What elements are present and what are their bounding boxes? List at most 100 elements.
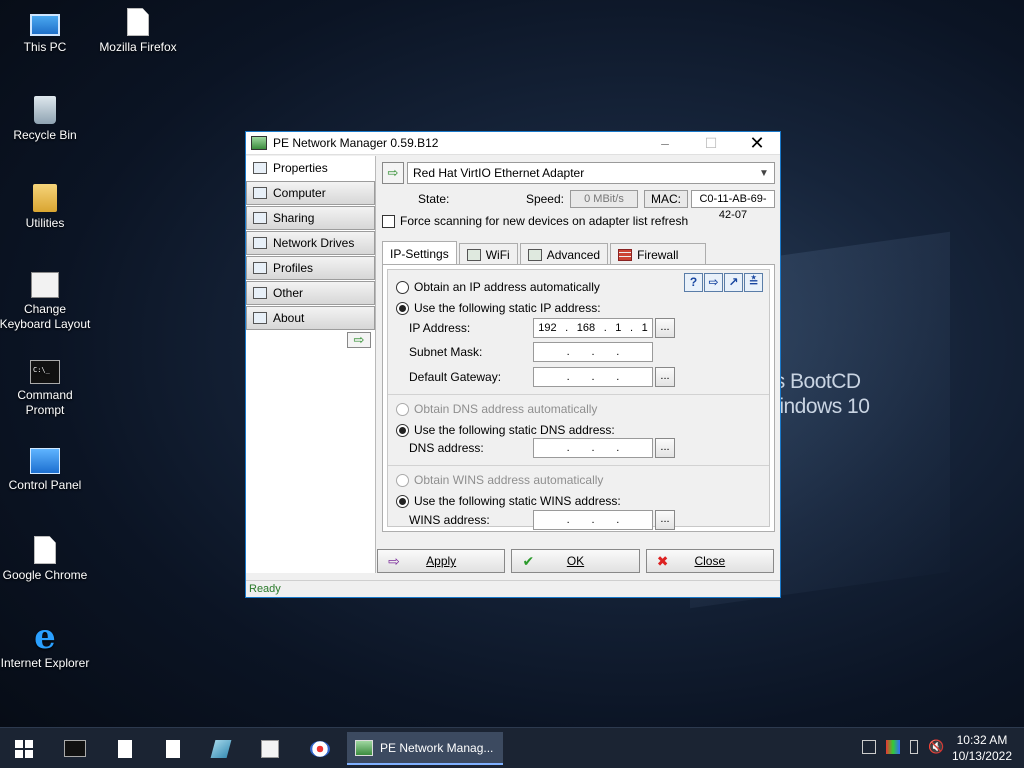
- divider: [388, 394, 769, 395]
- dns-auto-radio: [396, 402, 409, 416]
- tab-wifi[interactable]: WiFi: [458, 243, 518, 265]
- adapter-row: ⇨ Red Hat VirtIO Ethernet Adapter ▼: [382, 162, 775, 184]
- wins-static-option[interactable]: Use the following static WINS address:: [396, 493, 621, 509]
- clock-date: 10/13/2022: [951, 749, 1012, 763]
- ip-static-radio[interactable]: [396, 301, 409, 315]
- desktop-icon-label: Change Keyboard Layout: [0, 302, 91, 331]
- ip-auto-radio[interactable]: [396, 280, 409, 294]
- wins-browse-button[interactable]: ...: [655, 510, 675, 530]
- tab-label: WiFi: [485, 247, 510, 262]
- windows-logo-icon: [15, 739, 33, 758]
- force-scan-checkbox[interactable]: [382, 214, 395, 228]
- explorer-icon: [210, 739, 232, 758]
- desktop-icon-control-panel[interactable]: Control Panel: [0, 448, 93, 493]
- desktop-icon-label: Internet Explorer: [0, 656, 90, 670]
- desktop-icon-this-pc[interactable]: This PC: [0, 8, 93, 55]
- sidebar-item-other[interactable]: Other: [246, 281, 375, 305]
- system-tray: 🔇: [852, 740, 944, 754]
- tab-bar: IP-Settings WiFi Advanced Firewall: [382, 241, 708, 265]
- display-icon[interactable]: [886, 740, 900, 754]
- arrow-right-icon[interactable]: ⇨: [704, 273, 723, 292]
- mac-value: C0-11-AB-69-42-07: [691, 190, 775, 221]
- ip-static-label: Use the following static IP address:: [414, 301, 601, 315]
- taskbar-explorer[interactable]: [206, 732, 236, 765]
- ip-separator: .: [616, 346, 620, 358]
- ip-separator: .: [566, 442, 570, 454]
- ok-button[interactable]: ✔ OK: [511, 549, 640, 573]
- dns-static-option[interactable]: Use the following static DNS address:: [396, 422, 615, 438]
- usb-icon[interactable]: [910, 740, 918, 754]
- dns-browse-button[interactable]: ...: [655, 438, 675, 458]
- ip-separator: .: [566, 346, 570, 358]
- taskbar-paint[interactable]: [305, 732, 335, 765]
- checkmark-icon: ✔: [522, 552, 535, 569]
- minimize-button[interactable]: –: [642, 132, 688, 155]
- tab-firewall[interactable]: Firewall: [610, 243, 707, 265]
- recycle-bin-icon: [34, 96, 56, 124]
- action-buttons: ⇨ Apply ✔ OK ✖ Close: [377, 549, 780, 573]
- expand-icon[interactable]: ≛: [744, 273, 763, 292]
- ip-auto-option[interactable]: Obtain an IP address automatically: [396, 279, 600, 295]
- export-icon[interactable]: ↗: [724, 273, 743, 292]
- dns-auto-option: Obtain DNS address automatically: [396, 401, 597, 417]
- gateway-browse-button[interactable]: ...: [655, 367, 675, 387]
- network-icon[interactable]: [862, 740, 876, 754]
- tab-advanced[interactable]: Advanced: [519, 243, 609, 265]
- apply-button[interactable]: ⇨ Apply: [377, 549, 506, 573]
- start-button[interactable]: [4, 732, 44, 765]
- ip-toolbar: ? ⇨ ↗ ≛: [683, 273, 763, 292]
- ip-address-input[interactable]: 192 . 168 . 1 . 1: [533, 318, 653, 338]
- close-window-button[interactable]: ✕: [734, 132, 780, 155]
- sidebar-item-properties[interactable]: Properties: [246, 156, 375, 180]
- dns-static-radio[interactable]: [396, 423, 409, 437]
- taskbar-file-2[interactable]: [158, 732, 188, 765]
- desktop-icon-label: Mozilla Firefox: [99, 40, 177, 54]
- command-prompt-icon: [64, 740, 86, 757]
- ip-settings-group: ? ⇨ ↗ ≛ Obtain an IP address automatical…: [387, 269, 770, 530]
- adapter-refresh-button[interactable]: ⇨: [382, 162, 404, 184]
- file-icon: [34, 536, 56, 564]
- ip-address-browse-button[interactable]: ...: [655, 318, 675, 338]
- wins-address-input[interactable]: ...: [533, 510, 653, 530]
- desktop-icon-command-prompt[interactable]: C:\_ Command Prompt: [0, 360, 93, 418]
- subnet-mask-input[interactable]: ...: [533, 342, 653, 362]
- desktop-icon-label: Utilities: [25, 216, 65, 230]
- taskbar-task-manager[interactable]: [255, 732, 285, 765]
- network-manager-icon: [251, 136, 267, 150]
- close-button[interactable]: ✖ Close: [645, 549, 774, 573]
- sidebar-item-computer[interactable]: Computer: [246, 181, 375, 205]
- pe-network-manager-window: PE Network Manager 0.59.B12 – ☐ ✕ Proper…: [245, 131, 781, 598]
- dns-address-input[interactable]: ...: [533, 438, 653, 458]
- sidebar-item-profiles[interactable]: Profiles: [246, 256, 375, 280]
- help-icon[interactable]: ?: [684, 273, 703, 292]
- ip-separator: .: [591, 514, 595, 526]
- desktop-icon-utilities[interactable]: Utilities: [0, 184, 93, 231]
- adapter-select-value: Red Hat VirtIO Ethernet Adapter: [413, 166, 585, 180]
- force-scan-row[interactable]: Force scanning for new devices on adapte…: [382, 212, 688, 230]
- desktop-icon-chrome[interactable]: Google Chrome: [0, 536, 93, 583]
- taskbar-pe-network-manager[interactable]: PE Network Manag...: [347, 732, 503, 765]
- wins-static-radio[interactable]: [396, 494, 409, 508]
- arrow-right-icon[interactable]: ⇨: [347, 332, 371, 348]
- title-bar[interactable]: PE Network Manager 0.59.B12 – ☐ ✕: [246, 132, 780, 155]
- ip-static-option[interactable]: Use the following static IP address:: [396, 300, 601, 316]
- taskbar-command-prompt[interactable]: [60, 732, 90, 765]
- network-card-icon: [253, 162, 267, 174]
- desktop-icon-keyboard-layout[interactable]: Change Keyboard Layout: [0, 272, 93, 332]
- taskbar-file-1[interactable]: [110, 732, 140, 765]
- default-gateway-input[interactable]: ...: [533, 367, 653, 387]
- sidebar-item-about[interactable]: About: [246, 306, 375, 330]
- maximize-button[interactable]: ☐: [688, 132, 734, 155]
- adapter-select[interactable]: Red Hat VirtIO Ethernet Adapter ▼: [407, 162, 775, 184]
- wins-auto-label: Obtain WINS address automatically: [414, 473, 604, 487]
- tab-ip-settings[interactable]: IP-Settings: [382, 241, 457, 265]
- desktop-icon-internet-explorer[interactable]: e Internet Explorer: [0, 620, 93, 671]
- desktop-icon-firefox[interactable]: Mozilla Firefox: [90, 8, 186, 55]
- network-drive-icon: [253, 237, 267, 249]
- clock[interactable]: 10:32 AM 10/13/2022: [952, 732, 1012, 764]
- volume-muted-icon[interactable]: 🔇: [928, 740, 944, 754]
- sidebar-item-sharing[interactable]: Sharing: [246, 206, 375, 230]
- desktop-icon-recycle-bin[interactable]: Recycle Bin: [0, 96, 93, 143]
- sidebar-item-network-drives[interactable]: Network Drives: [246, 231, 375, 255]
- file-icon: [166, 739, 180, 758]
